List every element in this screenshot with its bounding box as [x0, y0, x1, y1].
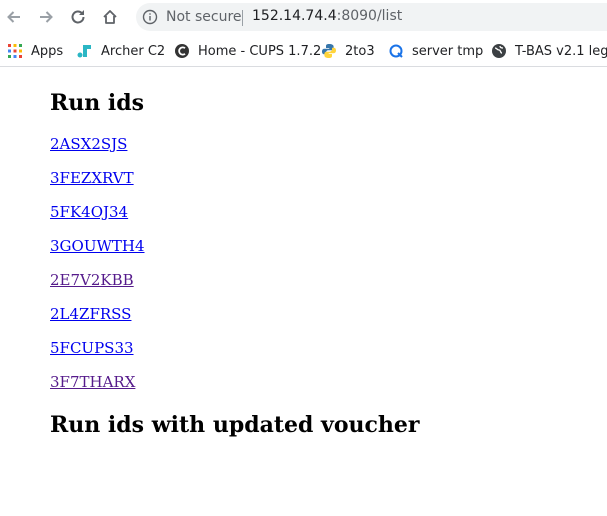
not-secure-label[interactable]: Not secure: [166, 9, 242, 25]
run-id-list: 2ASX2SJS 3FEZXRVT 5FK4OJ34 3GOUWTH4 2E7V…: [50, 134, 145, 406]
reload-button[interactable]: [65, 4, 91, 30]
run-id-link[interactable]: 2E7V2KBB: [50, 271, 134, 289]
address-separator: [242, 10, 243, 26]
list-item: 3GOUWTH4: [50, 236, 145, 270]
run-id-link[interactable]: 3GOUWTH4: [50, 237, 145, 255]
updated-voucher-heading: Run ids with updated voucher: [50, 412, 420, 438]
home-icon: [103, 10, 117, 24]
cups-icon: [174, 43, 190, 59]
bookmark-label: Home - CUPS 1.7.2: [198, 43, 322, 59]
server-tmp-icon: [388, 43, 404, 59]
bookmark-home-cups[interactable]: Home - CUPS 1.7.2: [174, 42, 321, 60]
list-item: 5FCUPS33: [50, 338, 145, 372]
reload-icon: [71, 10, 85, 24]
bookmark-archer-c2[interactable]: Archer C2: [77, 42, 165, 60]
page-content: Run ids 2ASX2SJS 3FEZXRVT 5FK4OJ34 3GOUW…: [50, 67, 607, 516]
run-id-link[interactable]: 3FEZXRVT: [50, 169, 134, 187]
bookmark-label: server tmp: [412, 43, 484, 59]
run-id-link[interactable]: 2L4ZFRSS: [50, 305, 131, 323]
list-item: 3F7THARX: [50, 372, 145, 406]
list-item: 2E7V2KBB: [50, 270, 145, 304]
apps-grid-icon: [7, 43, 23, 59]
run-id-link[interactable]: 2ASX2SJS: [50, 135, 127, 153]
python-icon: [321, 43, 337, 59]
bookmark-tbas[interactable]: T-BAS v2.1 legac: [491, 42, 607, 60]
browser-toolbar: Not secure 152.14.74.4:8090/list: [0, 0, 607, 36]
bookmark-label: Apps: [31, 43, 64, 59]
bookmark-apps[interactable]: Apps: [7, 42, 63, 60]
run-id-link[interactable]: 5FK4OJ34: [50, 203, 128, 221]
url-host: 152.14.74.4: [252, 8, 337, 24]
run-ids-heading: Run ids: [50, 90, 145, 116]
url-text[interactable]: 152.14.74.4:8090/list: [252, 8, 402, 24]
run-id-link[interactable]: 3F7THARX: [50, 373, 135, 391]
bookmark-label: 2to3: [345, 43, 375, 59]
tplink-icon: [77, 43, 93, 59]
list-item: 3FEZXRVT: [50, 168, 145, 202]
url-path: :8090/list: [336, 8, 403, 24]
bookmark-label: T-BAS v2.1 legac: [515, 43, 607, 59]
forward-button[interactable]: [33, 4, 59, 30]
list-item: 2L4ZFRSS: [50, 304, 145, 338]
bookmarks-bar: Apps Archer C2 Home - CUPS 1.7.2 2to3 se…: [0, 36, 607, 67]
bookmark-label: Archer C2: [101, 43, 166, 59]
address-bar[interactable]: Not secure 152.14.74.4:8090/list: [136, 3, 607, 31]
bookmark-server-tmp[interactable]: server tmp: [388, 42, 483, 60]
list-item: 5FK4OJ34: [50, 202, 145, 236]
back-button[interactable]: [1, 4, 27, 30]
home-button[interactable]: [97, 4, 123, 30]
info-icon[interactable]: [142, 9, 158, 25]
bookmark-2to3[interactable]: 2to3: [321, 42, 375, 60]
arrow-right-icon: [40, 11, 53, 23]
arrow-left-icon: [7, 11, 20, 23]
globe-icon: [491, 43, 507, 59]
list-item: 2ASX2SJS: [50, 134, 145, 168]
run-id-link[interactable]: 5FCUPS33: [50, 339, 134, 357]
